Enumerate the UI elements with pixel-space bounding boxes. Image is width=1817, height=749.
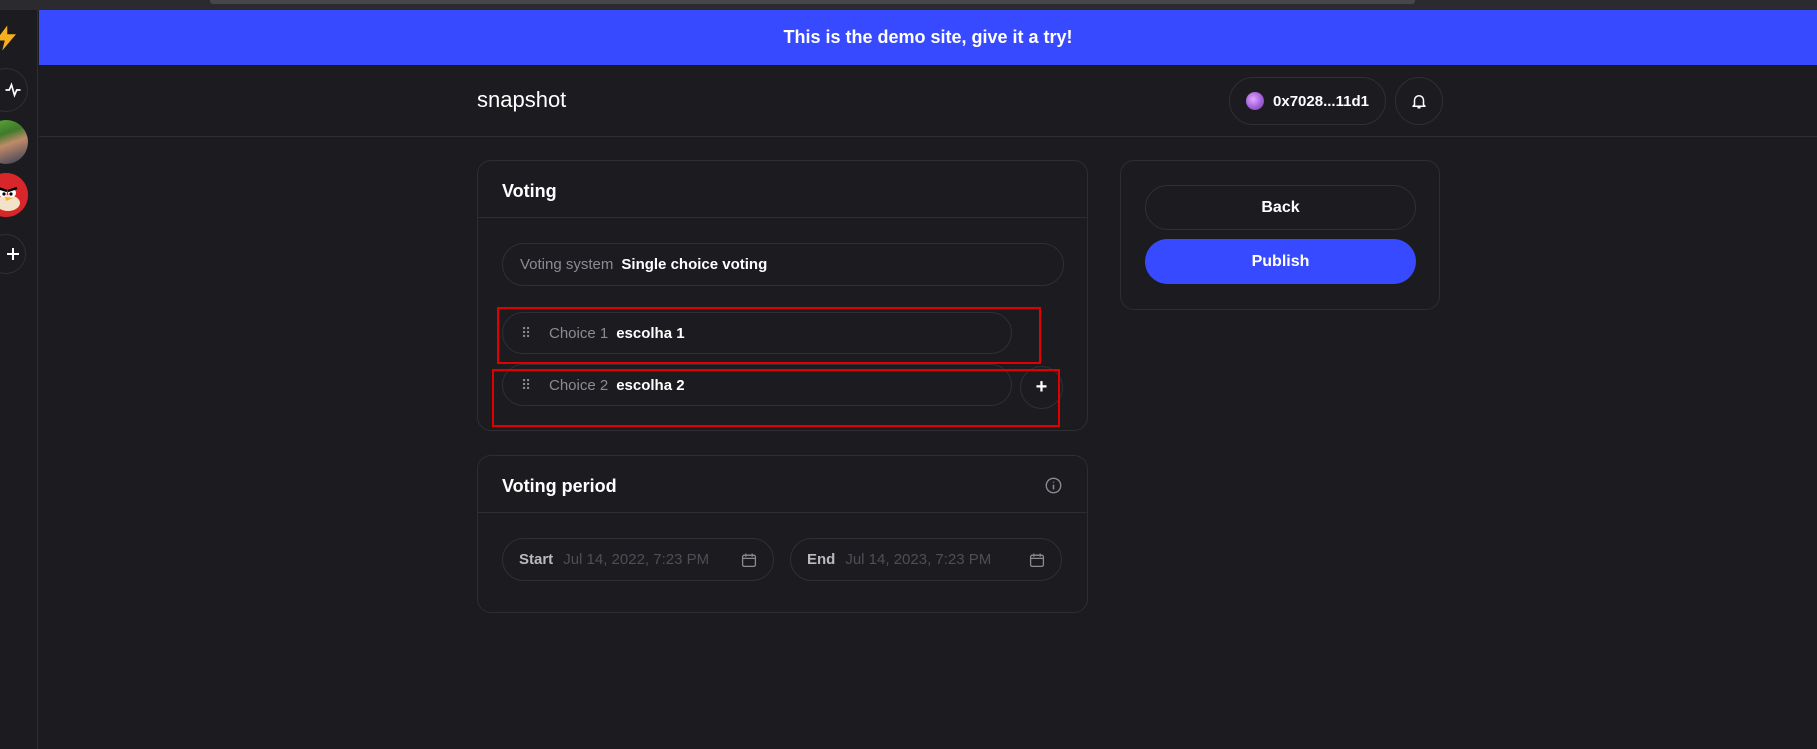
calendar-icon[interactable] xyxy=(741,552,757,568)
start-date-placeholder: Jul 14, 2022, 7:23 PM xyxy=(563,551,710,568)
bolt-icon[interactable] xyxy=(0,16,28,60)
choice-value: escolha 2 xyxy=(616,376,685,394)
choice-input-2[interactable]: ⠿ Choice 2 escolha 2 xyxy=(502,364,1012,406)
add-choice-button[interactable]: + xyxy=(1020,366,1063,409)
back-button[interactable]: Back xyxy=(1145,185,1416,230)
activity-icon[interactable] xyxy=(0,68,28,112)
voting-card: Voting Voting system Single choice votin… xyxy=(477,160,1088,431)
actions-card: Back Publish xyxy=(1120,160,1440,310)
browser-scroll-bar xyxy=(210,0,1415,4)
drag-handle-icon[interactable]: ⠿ xyxy=(521,325,549,342)
choice-value: escolha 1 xyxy=(616,324,685,342)
drag-handle-icon[interactable]: ⠿ xyxy=(521,377,549,394)
angry-bird-avatar[interactable] xyxy=(0,173,28,217)
spaces-sidebar xyxy=(0,10,38,749)
app-title[interactable]: snapshot xyxy=(477,87,566,113)
start-date-input[interactable]: Start Jul 14, 2022, 7:23 PM xyxy=(502,538,774,581)
bell-icon xyxy=(1412,95,1426,109)
voting-period-title-text: Voting period xyxy=(502,476,617,496)
choice-input-1[interactable]: ⠿ Choice 1 escolha 1 xyxy=(502,312,1012,354)
end-date-input[interactable]: End Jul 14, 2023, 7:23 PM xyxy=(790,538,1062,581)
voting-system-select[interactable]: Voting system Single choice voting xyxy=(502,243,1064,286)
voting-period-card: Voting period Start Jul 14, 2022, 7:23 P… xyxy=(477,455,1088,613)
space-avatar[interactable] xyxy=(0,120,28,164)
demo-banner-text: This is the demo site, give it a try! xyxy=(783,27,1073,47)
account-address: 0x7028...11d1 xyxy=(1273,92,1369,110)
end-date-placeholder: Jul 14, 2023, 7:23 PM xyxy=(845,551,992,568)
choice-label: Choice 1 xyxy=(549,324,609,342)
demo-banner: This is the demo site, give it a try! xyxy=(39,10,1817,65)
voting-system-label: Voting system xyxy=(520,256,614,273)
account-button[interactable]: 0x7028...11d1 xyxy=(1229,77,1386,125)
voting-card-title: Voting xyxy=(478,161,1087,218)
account-avatar xyxy=(1246,92,1265,110)
add-space-plus-icon[interactable] xyxy=(0,234,26,274)
info-icon[interactable] xyxy=(1045,477,1062,494)
choice-label: Choice 2 xyxy=(549,376,609,394)
browser-top-strip xyxy=(0,0,1817,10)
end-date-label: End xyxy=(807,551,836,568)
calendar-icon[interactable] xyxy=(1029,552,1045,568)
notifications-button[interactable] xyxy=(1395,77,1443,125)
voting-system-value: Single choice voting xyxy=(621,256,768,273)
publish-button[interactable]: Publish xyxy=(1145,239,1416,284)
top-header: snapshot 0x7028...11d1 xyxy=(39,65,1817,137)
start-date-label: Start xyxy=(519,551,554,568)
voting-period-title: Voting period xyxy=(478,456,1087,513)
